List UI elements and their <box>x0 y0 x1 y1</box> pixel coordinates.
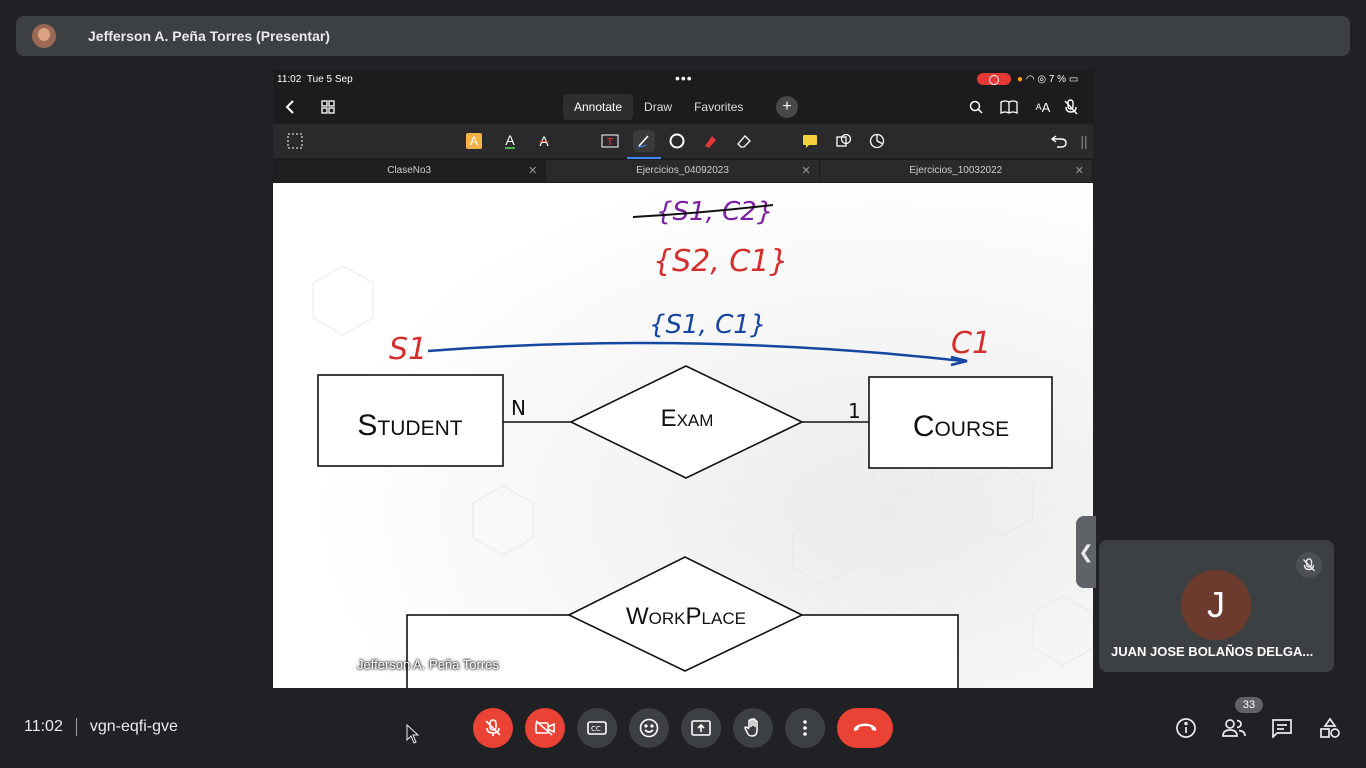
meeting-time: 11:02 <box>24 718 63 735</box>
side-panel-handle[interactable]: ❮ <box>1076 516 1096 588</box>
document-tabs: ClaseNo3 ✕ Ejercicios_04092023 ✕ Ejercicio… <box>273 160 1093 182</box>
text-box-tool-icon[interactable]: T <box>599 130 621 152</box>
status-right: ● ◠ ◎ 7 % ▭ <box>1017 74 1079 85</box>
mic-toggle-button[interactable] <box>473 708 513 748</box>
pin-icon[interactable] <box>293 655 307 673</box>
meeting-details-icon[interactable] <box>1174 716 1198 740</box>
presentation-icon[interactable] <box>321 655 343 673</box>
svg-text:{S1, C2}: {S1, C2} <box>656 197 773 227</box>
handwriting-left-label: S1 <box>389 332 427 367</box>
more-options-button[interactable] <box>785 708 825 748</box>
highlight-tool-icon[interactable]: A <box>466 133 482 149</box>
meeting-code: vgn-eqfi-gve <box>89 718 178 735</box>
relationship-exam-label: Exam <box>661 405 714 432</box>
search-icon[interactable] <box>965 96 987 118</box>
presenter-title: Jefferson A. Peña Torres (Presentar) <box>88 28 330 44</box>
cardinality-1: 1 <box>848 399 861 423</box>
divider <box>75 718 77 736</box>
camera-toggle-button[interactable] <box>525 708 565 748</box>
more-dots-icon[interactable]: ••• <box>675 70 693 86</box>
back-icon[interactable] <box>279 96 301 118</box>
tab-ejercicios-10032022[interactable]: Ejercicios_10032022 ✕ <box>819 160 1093 182</box>
handwriting-red-set: {S2, C1} <box>653 244 788 279</box>
participant-count-badge: 33 <box>1235 697 1263 713</box>
close-tab-icon[interactable]: ✕ <box>801 160 810 182</box>
document-page: {S1, C2} {S2, C1} {S1, C1} S1 C1 Student… <box>273 183 1093 688</box>
participant-name: JUAN JOSE BOLAÑOS DELGA... <box>1111 644 1314 659</box>
mode-favorites[interactable]: Favorites <box>683 94 754 120</box>
underline-tool-icon[interactable]: A <box>499 130 521 152</box>
presenter-overlay: Jefferson A. Peña Torres <box>293 655 499 673</box>
er-diagram: {S1, C2} {S2, C1} {S1, C1} S1 C1 Student… <box>273 183 1093 688</box>
participant-avatar: J <box>1181 570 1251 640</box>
app-bar: Annotate Draw Favorites + AA <box>273 92 1093 122</box>
mic-off-icon <box>1296 552 1322 578</box>
text-size-icon[interactable]: AA <box>1032 96 1054 118</box>
grid-icon[interactable] <box>317 96 339 118</box>
shared-screen: 11:02 Tue 5 Sep ••• ● ◠ ◎ 7 % ▭ Annotate… <box>273 70 1093 688</box>
activities-icon[interactable] <box>1318 716 1342 740</box>
tab-ejercicios-04092023[interactable]: Ejercicios_04092023 ✕ <box>546 160 820 182</box>
mode-draw[interactable]: Draw <box>633 94 683 120</box>
stamp-icon[interactable] <box>866 130 888 152</box>
toolbar-handle-icon[interactable]: || <box>1073 130 1093 152</box>
mode-switcher: Annotate Draw Favorites <box>563 94 754 120</box>
raise-hand-button[interactable] <box>733 708 773 748</box>
relationship-workplace-label: WorkPlace <box>626 603 746 630</box>
handwriting-blue-set: {S1, C1} <box>649 310 766 340</box>
cardinality-n: N <box>511 396 526 420</box>
captions-button[interactable]: CC <box>577 708 617 748</box>
presenter-name-overlay: Jefferson A. Peña Torres <box>357 656 499 672</box>
meeting-info: 11:02 vgn-eqfi-gve <box>24 718 178 736</box>
ipad-status-bar: 11:02 Tue 5 Sep ••• ● ◠ ◎ 7 % ▭ <box>273 70 1093 90</box>
book-icon[interactable] <box>998 96 1020 118</box>
lasso-select-icon[interactable] <box>284 130 306 152</box>
close-tab-icon[interactable]: ✕ <box>528 160 537 182</box>
presenter-avatar <box>32 24 56 48</box>
presenter-bar: Jefferson A. Peña Torres (Presentar) <box>16 16 1350 56</box>
shape-circle-icon[interactable] <box>666 130 688 152</box>
svg-text:CC: CC <box>591 725 601 733</box>
shapes-icon[interactable] <box>833 130 855 152</box>
chat-icon[interactable] <box>1270 716 1294 740</box>
people-icon[interactable] <box>1222 716 1246 740</box>
handwriting-right-label: C1 <box>951 326 991 361</box>
emoji-button[interactable] <box>629 708 669 748</box>
entity-course-label: Course <box>913 410 1009 443</box>
participant-tile[interactable]: J JUAN JOSE BOLAÑOS DELGA... <box>1099 540 1334 672</box>
mic-off-icon[interactable] <box>1060 96 1082 118</box>
eraser-icon[interactable] <box>733 130 755 152</box>
add-mode-button[interactable]: + <box>776 96 798 118</box>
present-screen-button[interactable] <box>681 708 721 748</box>
close-tab-icon[interactable]: ✕ <box>1075 160 1084 182</box>
highlighter-icon[interactable] <box>699 130 721 152</box>
undo-icon[interactable] <box>1048 130 1070 152</box>
tab-clase-no3[interactable]: ClaseNo3 ✕ <box>273 160 547 182</box>
pen-tool-icon[interactable] <box>627 130 661 159</box>
entity-student-label: Student <box>357 409 462 442</box>
comment-icon[interactable] <box>799 130 821 152</box>
strikeout-tool-icon[interactable]: A <box>533 130 555 152</box>
mode-annotate[interactable]: Annotate <box>563 94 634 120</box>
annotation-toolbar: A A A T || <box>273 124 1093 159</box>
status-time: 11:02 Tue 5 Sep <box>277 74 353 85</box>
screen-record-icon <box>977 73 1011 85</box>
svg-text:T: T <box>606 137 614 148</box>
leave-call-button[interactable] <box>837 708 893 748</box>
mouse-cursor-icon <box>406 724 420 744</box>
